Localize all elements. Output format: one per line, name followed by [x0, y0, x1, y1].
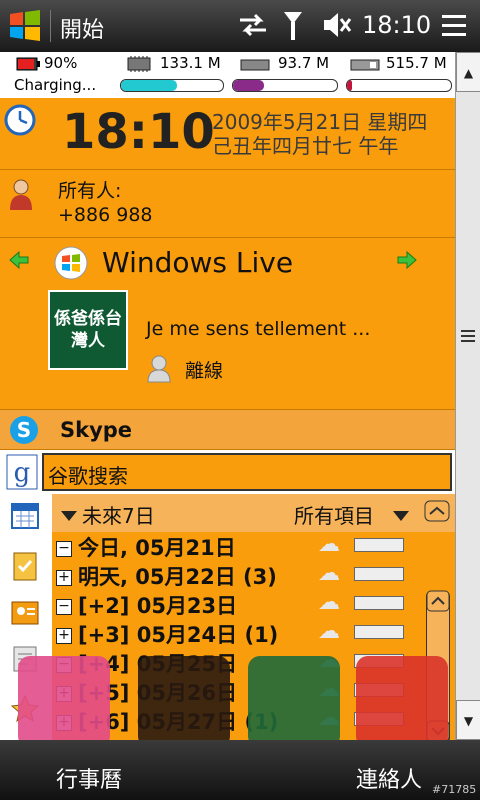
windows-start-icon[interactable]	[6, 8, 44, 48]
calendar-softkey[interactable]: 行事曆	[56, 762, 122, 794]
battery-icon	[16, 56, 40, 75]
page-scrollbar[interactable]: ▲ ▼	[455, 52, 480, 740]
clock-row[interactable]: 18:10 2009年5月21日 星期四 己丑年四月廿七 午年	[0, 98, 455, 170]
memory-bar	[120, 79, 224, 92]
person-icon	[8, 178, 34, 216]
storage-bar	[232, 79, 338, 92]
menu-icon[interactable]	[440, 12, 468, 44]
clock-icon	[4, 104, 36, 140]
day-timeline-bar	[354, 596, 404, 610]
presence-status: 離線	[185, 360, 224, 382]
skype-icon: S	[8, 414, 40, 450]
calendar-panel: 未來7日 所有項目 − 今日, 05月21日 ☁ + 明天, 05月22日 (3) ☁ −[…	[0, 494, 455, 740]
filter-dropdown-icon[interactable]	[60, 507, 78, 526]
calendar-icon[interactable]	[10, 500, 40, 534]
owner-label: 所有人:	[58, 180, 122, 202]
item-scope-filter[interactable]: 所有項目	[294, 500, 374, 529]
agenda-day-row[interactable]: + [+3] 05月24日 (1) ☁	[56, 619, 426, 648]
contact-status-message[interactable]: Je me sens tellement ...	[146, 318, 370, 340]
agenda-scroll-up-icon[interactable]	[426, 590, 450, 616]
storage-card-icon	[240, 57, 270, 76]
sd-card-bar	[346, 79, 452, 92]
agenda-day-label: [+3] 05月24日 (1)	[78, 623, 279, 647]
contacts-softkey[interactable]: 連絡人	[356, 762, 422, 794]
start-title[interactable]: 開始	[60, 12, 104, 44]
google-search-input[interactable]: 谷歌搜索	[42, 453, 452, 491]
weather-cloud-icon: ☁	[318, 532, 340, 557]
status-clock[interactable]: 18:10	[362, 11, 431, 39]
sd-card-icon	[350, 57, 380, 76]
weather-cloud-icon: ☁	[318, 590, 340, 615]
top-bar: 開始 18:10	[0, 0, 480, 52]
agenda-day-label: [+2] 05月23日	[78, 594, 238, 618]
google-g-icon: g	[6, 454, 38, 494]
storage-value: 93.7 M	[278, 54, 330, 72]
scope-dropdown-icon[interactable]	[392, 507, 410, 526]
agenda-day-row[interactable]: + 明天, 05月22日 (3) ☁	[56, 561, 426, 590]
app-shortcut-dark[interactable]	[138, 656, 230, 740]
skype-row[interactable]: S Skype	[0, 410, 455, 450]
day-timeline-bar	[354, 538, 404, 552]
app-shortcut-pink[interactable]	[18, 656, 110, 740]
windows-live-panel: Windows Live 係爸係台灣人 Je me sens tellement…	[0, 238, 455, 410]
svg-text:S: S	[17, 418, 31, 442]
weather-cloud-icon: ☁	[318, 619, 340, 644]
sd-card-value: 515.7 M	[386, 54, 447, 72]
battery-status: Charging...	[14, 76, 97, 94]
large-time: 18:10	[62, 104, 215, 160]
signal-icon[interactable]	[282, 10, 304, 46]
agenda-day-label: 明天, 05月22日 (3)	[78, 565, 277, 589]
collapse-panel-icon[interactable]	[424, 500, 450, 526]
owner-phone: +886 988	[58, 204, 153, 226]
lunar-date: 己丑年四月廿七 午年	[212, 134, 399, 158]
expand-icon[interactable]: +	[56, 570, 72, 586]
memory-value: 133.1 M	[160, 54, 221, 72]
svg-text:g: g	[14, 458, 31, 488]
collapse-icon[interactable]: −	[56, 599, 72, 615]
windows-live-logo-icon	[54, 246, 88, 284]
bottom-softkey-bar: 行事曆 連絡人	[0, 740, 480, 800]
speaker-muted-icon[interactable]	[322, 11, 352, 43]
watermark: #71785	[432, 783, 477, 796]
day-timeline-bar	[354, 625, 404, 639]
next-arrow-icon[interactable]	[396, 250, 418, 274]
agenda-day-label: 今日, 05月21日	[78, 536, 236, 560]
app-shortcut-red[interactable]	[356, 656, 448, 740]
status-row: 90% Charging... 133.1 M 93.7 M 515.7 M	[0, 52, 455, 98]
weather-cloud-icon: ☁	[318, 561, 340, 586]
collapse-icon[interactable]: −	[56, 541, 72, 557]
calendar-header: 未來7日 所有項目	[52, 494, 455, 532]
app-shortcut-green[interactable]	[248, 656, 340, 740]
home-panel: 90% Charging... 133.1 M 93.7 M 515.7 M 1…	[0, 52, 455, 740]
battery-percent: 90%	[44, 54, 78, 72]
owner-info[interactable]: 所有人: +886 988	[0, 170, 455, 238]
offline-user-icon	[146, 354, 172, 388]
windows-live-title[interactable]: Windows Live	[102, 246, 293, 279]
skype-label: Skype	[60, 418, 133, 442]
agenda-day-row[interactable]: − 今日, 05月21日 ☁	[56, 532, 426, 561]
agenda-day-row[interactable]: − [+2] 05月23日 ☁	[56, 590, 426, 619]
day-timeline-bar	[354, 567, 404, 581]
scroll-down-icon[interactable]: ▼	[456, 700, 480, 740]
expand-icon[interactable]: +	[56, 628, 72, 644]
cpu-chip-icon	[124, 56, 154, 76]
scroll-thumb-grip-icon[interactable]	[461, 330, 475, 342]
google-search-row: g 谷歌搜索	[0, 450, 455, 494]
date-range-filter[interactable]: 未來7日	[82, 500, 155, 529]
previous-arrow-icon[interactable]	[8, 250, 30, 274]
sync-arrows-icon[interactable]	[238, 12, 268, 42]
contact-avatar[interactable]: 係爸係台灣人	[48, 290, 128, 370]
scroll-up-icon[interactable]: ▲	[456, 52, 480, 92]
